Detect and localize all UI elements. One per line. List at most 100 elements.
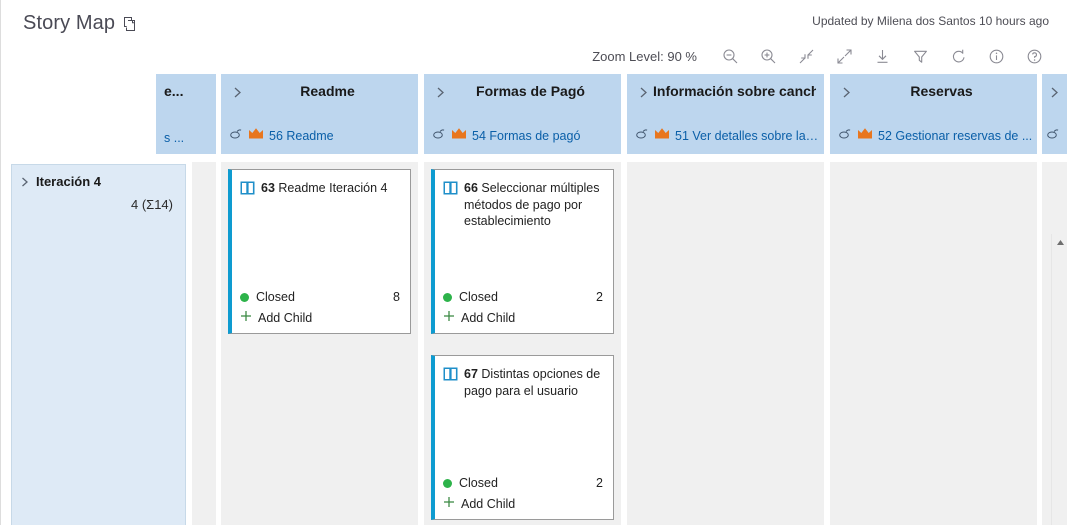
card-63-title: 63 Readme Iteración 4 <box>261 180 387 197</box>
card-63[interactable]: 63 Readme Iteración 4 Closed 8 Add Child <box>228 169 411 334</box>
column-header-informacion-sobre-canchas-title: Información sobre canchas <box>653 83 816 99</box>
column-header-reservas-title: Reservas <box>910 83 973 99</box>
card-66-footer: Closed 2 Add Child <box>443 290 603 325</box>
chevron-right-icon[interactable] <box>635 82 651 102</box>
column-header-formas-de-pago-epic[interactable]: 54 Formas de pagó <box>432 127 619 145</box>
page-title: Story Map <box>23 12 116 34</box>
column-header-5-epic[interactable] <box>1046 127 1062 145</box>
state-dot-icon <box>443 292 452 302</box>
column-header-readme-epic-text[interactable]: 56 Readme <box>269 129 334 143</box>
scroll-up-arrow-icon[interactable] <box>1052 234 1067 250</box>
column-header-reservas-epic-text[interactable]: 52 Gestionar reservas de ... <box>878 129 1032 143</box>
card-63-id: 63 <box>261 181 275 195</box>
column-header-formas-de-pago-epic-text[interactable]: 54 Formas de pagó <box>472 129 580 143</box>
lane-reservas <box>830 162 1037 525</box>
toolbar: Zoom Level: 90 % <box>592 43 1053 69</box>
card-63-title-row: 63 Readme Iteración 4 <box>240 180 400 197</box>
column-header-formas-de-pago[interactable]: Formas de Pagó 54 Formas de pagó <box>424 74 621 154</box>
card-66-title-text: Seleccionar múltiples métodos de pago po… <box>464 181 600 228</box>
card-67-footer: Closed 2 Add Child <box>443 476 603 511</box>
info-icon[interactable] <box>977 43 1015 69</box>
link-eye-icon <box>1046 127 1060 145</box>
column-header-formas-de-pago-title: Formas de Pagó <box>476 83 585 99</box>
column-header-informacion-sobre-canchas-top: Información sobre canchas <box>635 81 816 111</box>
copy-icon[interactable] <box>122 16 138 32</box>
card-66[interactable]: 66 Seleccionar múltiples métodos de pago… <box>431 169 614 334</box>
page-header: Story Map Updated by Milena dos Santos 1… <box>1 0 1067 74</box>
card-66-state-row: Closed 2 <box>443 290 603 304</box>
card-63-add-child-label: Add Child <box>258 310 313 325</box>
column-header-0-epic[interactable]: s ... <box>164 131 214 145</box>
refresh-icon[interactable] <box>939 43 977 69</box>
column-header-readme-title: Readme <box>300 83 355 99</box>
card-63-state: Closed <box>256 290 295 304</box>
card-67-state: Closed <box>459 476 498 490</box>
column-header-0-title: e... <box>164 83 184 99</box>
plus-icon <box>443 496 455 511</box>
iteration-name: Iteración 4 <box>36 174 102 189</box>
collapse-icon[interactable] <box>787 43 825 69</box>
card-63-count: 8 <box>393 290 400 304</box>
iteration-row-area: Iteración 4 4 (Σ14) 63 Readme Iteración … <box>1 154 1067 525</box>
zoom-in-icon[interactable] <box>749 43 787 69</box>
book-icon <box>240 181 255 195</box>
card-67-title: 67 Distintas opciones de pago para el us… <box>464 366 603 399</box>
zoom-out-icon[interactable] <box>711 43 749 69</box>
vertical-scrollbar[interactable] <box>1051 234 1067 525</box>
state-dot-icon <box>443 478 452 488</box>
card-66-state: Closed <box>459 290 498 304</box>
column-header-reservas-epic[interactable]: 52 Gestionar reservas de ... <box>838 127 1035 145</box>
updated-by-text: Updated by Milena dos Santos 10 hours ag… <box>812 14 1049 28</box>
download-icon[interactable] <box>863 43 901 69</box>
crown-icon <box>248 127 264 145</box>
column-header-5[interactable]: Es <box>1042 74 1067 154</box>
iteration-top: Iteración 4 <box>18 173 175 191</box>
card-63-footer: Closed 8 Add Child <box>240 290 400 325</box>
card-67-title-text: Distintas opciones de pago para el usuar… <box>464 367 601 398</box>
card-66-add-child-label: Add Child <box>461 310 516 325</box>
column-header-reservas[interactable]: Reservas 52 Gestionar reservas de ... <box>830 74 1037 154</box>
column-header-readme[interactable]: Readme 56 Readme <box>221 74 418 154</box>
plus-icon <box>443 310 455 325</box>
column-header-0[interactable]: e... s ... <box>156 74 216 154</box>
card-66-add-child-button[interactable]: Add Child <box>443 310 603 325</box>
help-icon[interactable] <box>1015 43 1053 69</box>
card-63-state-row: Closed 8 <box>240 290 400 304</box>
card-67-count: 2 <box>596 476 603 490</box>
column-header-0-top: e... <box>164 81 208 111</box>
card-67[interactable]: 67 Distintas opciones de pago para el us… <box>431 355 614 520</box>
chevron-right-icon[interactable] <box>18 173 32 191</box>
chevron-right-icon[interactable] <box>1046 82 1062 102</box>
card-63-title-text: Readme Iteración 4 <box>278 181 388 195</box>
column-header-0-epic-text[interactable]: s ... <box>164 131 184 145</box>
chevron-right-icon[interactable] <box>229 82 245 102</box>
column-header-informacion-sobre-canchas[interactable]: Información sobre canchas 51 Ve <box>627 74 824 154</box>
column-header-reservas-top: Reservas <box>838 81 1029 111</box>
card-63-add-child-button[interactable]: Add Child <box>240 310 400 325</box>
crown-icon <box>857 127 873 145</box>
story-map-board: e... s ... Readme 56 Readme Formas de Pa… <box>1 74 1067 525</box>
column-header-informacion-sobre-canchas-epic[interactable]: 51 Ver detalles sobre las c... <box>635 127 822 145</box>
column-header-readme-epic[interactable]: 56 Readme <box>229 127 416 145</box>
filter-icon[interactable] <box>901 43 939 69</box>
lane-0 <box>192 162 216 525</box>
title-row: Story Map <box>23 12 138 34</box>
link-eye-icon <box>838 127 852 145</box>
link-eye-icon <box>432 127 446 145</box>
expand-icon[interactable] <box>825 43 863 69</box>
column-header-informacion-sobre-canchas-epic-text[interactable]: 51 Ver detalles sobre las c... <box>675 129 822 143</box>
card-66-id: 66 <box>464 181 478 195</box>
card-67-state-row: Closed 2 <box>443 476 603 490</box>
story-map-app: Story Map Updated by Milena dos Santos 1… <box>0 0 1067 525</box>
crown-icon <box>451 127 467 145</box>
chevron-right-icon[interactable] <box>838 82 854 102</box>
book-icon <box>443 181 458 195</box>
card-67-add-child-button[interactable]: Add Child <box>443 496 603 511</box>
plus-icon <box>240 310 252 325</box>
card-67-id: 67 <box>464 367 478 381</box>
column-header-formas-de-pago-top: Formas de Pagó <box>432 81 613 111</box>
chevron-right-icon[interactable] <box>432 82 448 102</box>
iteration-cell-iteracion-4[interactable]: Iteración 4 4 (Σ14) <box>11 164 186 525</box>
zoom-level-label: Zoom Level: 90 % <box>592 48 697 64</box>
card-66-count: 2 <box>596 290 603 304</box>
